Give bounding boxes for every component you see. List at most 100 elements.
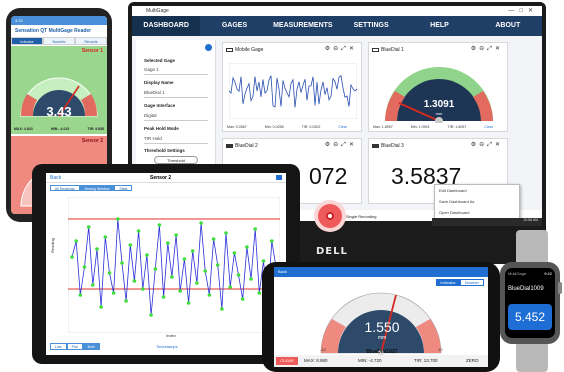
tab-settings[interactable]: SETTINGS: [337, 16, 405, 36]
timestamps-link[interactable]: Timestamps: [156, 344, 178, 349]
tab-both[interactable]: Both: [82, 343, 100, 350]
reading-point: [203, 269, 207, 273]
peak-hold-label: Peak Hold Mode: [144, 126, 179, 131]
panel-stats: Max: 0.0567 Min: 0.0256 TIR: 0.0302 Clea…: [227, 125, 347, 129]
gage-interface-select[interactable]: Digital: [144, 113, 208, 121]
panel-toolbar-icons[interactable]: ⚙⊖⤢✕: [325, 45, 357, 53]
min-stat: MIN: -4.015: [50, 127, 70, 131]
sensor1-card[interactable]: Sensor 1 3.43 MAX: 4.843 MIN: -4.015 TIR…: [11, 46, 107, 134]
reading-point: [145, 253, 149, 257]
display-name-label: Display Name: [144, 80, 174, 85]
panel-toolbar-icons[interactable]: ⚙⊖⤢✕: [471, 45, 503, 53]
clear-link[interactable]: Clear: [338, 125, 347, 129]
tir-stat: TIR: 0.0302: [301, 125, 321, 129]
reading-point: [161, 295, 166, 299]
mobile-gage-panel: Mobile Gage ⚙⊖⤢✕ Max: 0.0567 Min: 0.0256…: [222, 42, 362, 132]
threshold-button[interactable]: Threshold: [154, 156, 198, 164]
tab-measurements[interactable]: MEASUREMENTS: [269, 16, 337, 36]
min-stat: Min: 0.0256: [264, 125, 284, 129]
menu-item-open-dashboard[interactable]: Open Dashboard: [435, 207, 519, 218]
tab-moving-window[interactable]: Moving Window: [79, 185, 115, 191]
gauge-footer: CLEAR MAX: 8.980 MIN: -4.720 TIR: 13.700…: [274, 355, 488, 367]
selected-gage-select[interactable]: Gage 1: [144, 67, 208, 75]
min-stat: Min: 1.0901: [410, 125, 430, 129]
phone-landscape: Back Indicator Number 1.550 mm -10 10 Bl…: [262, 262, 500, 372]
tab-gages[interactable]: GAGES: [200, 16, 268, 36]
tab-dashboard[interactable]: DASHBOARD: [132, 16, 201, 36]
threshold-label: Threshold Settings: [144, 148, 185, 153]
gage-interface-label: Gage Interface: [144, 103, 176, 108]
watch-crown[interactable]: [558, 282, 562, 294]
tab-indicator[interactable]: Indicator: [11, 37, 43, 45]
max-stat: MAX: 4.843: [14, 127, 33, 131]
clear-link[interactable]: Clear: [484, 125, 493, 129]
watch-time: 9:42: [544, 271, 552, 276]
info-icon[interactable]: [205, 44, 212, 51]
tab-about[interactable]: ABOUT: [474, 16, 542, 36]
battery-icon: [372, 48, 379, 52]
record-button[interactable]: [318, 204, 342, 228]
tablet-header: Back Sensor 2: [46, 173, 286, 183]
tir-stat: TIR: 9.858: [87, 127, 104, 131]
battery-icon: [226, 48, 233, 52]
phone-landscape-screen: Back Indicator Number 1.550 mm -10 10 Bl…: [274, 267, 488, 367]
tab-plot[interactable]: Plot: [66, 343, 83, 350]
menu-item-edit-dashboard[interactable]: Edit Dashboard: [435, 185, 519, 196]
tab-stats[interactable]: Stats: [114, 185, 133, 191]
battery-icon: [226, 144, 233, 148]
peak-hold-select[interactable]: TIR Hold: [144, 136, 208, 144]
reading-point: [228, 285, 232, 289]
panel-title: BlueDial 1: [381, 47, 404, 53]
tab-all-readings[interactable]: All Readings: [50, 185, 80, 191]
readings-chart: [68, 197, 280, 333]
reading-point: [190, 249, 195, 253]
single-recording-label[interactable]: Single Recording: [346, 214, 376, 219]
reading-point: [240, 297, 245, 301]
sensor-reading: 3.43: [46, 104, 72, 119]
y-axis-label: Reading: [50, 238, 55, 253]
panel-toolbar-icons[interactable]: ⚙⊖⤢✕: [471, 141, 503, 149]
battery-icon: [372, 144, 379, 148]
max-stat: Max: 1.8957: [373, 125, 393, 129]
reading-point: [166, 241, 170, 245]
taskbar: 10:56 AM: [432, 218, 542, 226]
watch-band-bottom: [516, 340, 548, 372]
back-button[interactable]: Back: [50, 175, 61, 181]
panel-toolbar-icons[interactable]: ⚙⊖⤢✕: [325, 141, 357, 149]
max-stat: Max: 0.0567: [227, 125, 247, 129]
share-icon[interactable]: [276, 175, 282, 180]
tab-number[interactable]: Number: [459, 279, 484, 286]
display-name-field[interactable]: BlueDial 1: [144, 90, 208, 98]
dial-reading: 1.3091: [423, 99, 455, 110]
reading-point: [128, 243, 133, 247]
reading-point: [103, 235, 108, 239]
zero-button[interactable]: ZERO: [466, 358, 479, 363]
window-controls[interactable]: —□✕: [508, 6, 538, 16]
reading-point: [207, 293, 212, 297]
tab-numeric[interactable]: Numeric: [43, 37, 75, 45]
reading-point: [82, 265, 87, 269]
reading-point: [215, 263, 220, 267]
reading-point: [257, 291, 262, 295]
tablet-screen: Back Sensor 2 All Readings Moving Window…: [46, 173, 286, 355]
reading-point: [195, 281, 199, 285]
clear-button[interactable]: CLEAR: [276, 357, 298, 365]
back-button[interactable]: Back: [278, 269, 287, 274]
sensor-name: Sensor 1: [81, 48, 103, 54]
reading-point: [261, 259, 266, 263]
reading-point: [74, 239, 78, 243]
reading-point: [153, 267, 158, 271]
waveform-chart: [229, 63, 357, 119]
taskbar-clock: 10:56 AM: [523, 218, 538, 222]
tab-line[interactable]: Line: [50, 343, 67, 350]
reading-point: [86, 225, 91, 229]
x-axis-label: Index: [166, 333, 176, 338]
tab-help[interactable]: HELP: [405, 16, 473, 36]
reading-point: [220, 307, 224, 311]
min-stat: MIN: -4.720: [358, 358, 382, 363]
phone-tabs: Indicator Numeric Records: [11, 37, 107, 45]
reading-point: [270, 239, 274, 243]
reading-point: [120, 261, 124, 265]
menu-item-save-dashboard-as[interactable]: Save Dashboard As: [435, 196, 519, 207]
tab-records[interactable]: Records: [75, 37, 107, 45]
